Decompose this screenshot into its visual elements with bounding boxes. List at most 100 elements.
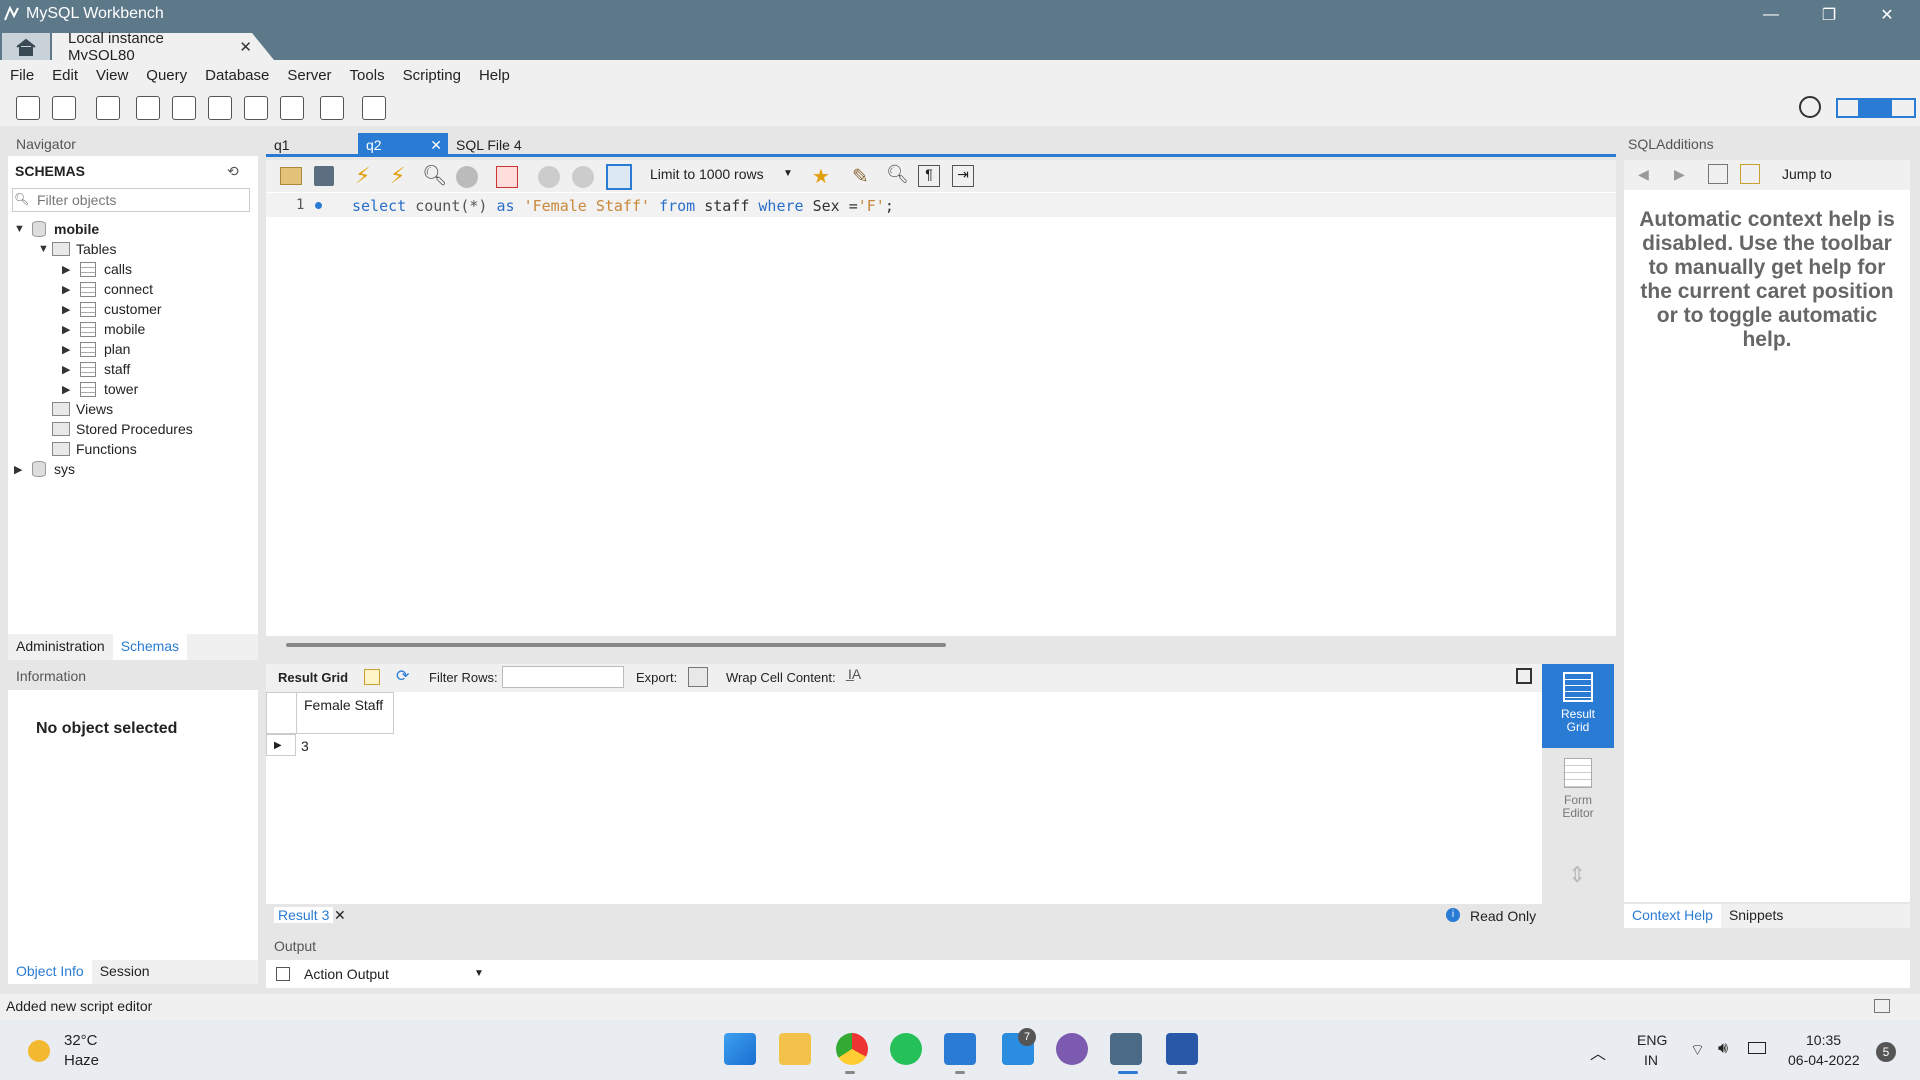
file-explorer-icon[interactable]: [779, 1033, 811, 1065]
collapsed-triangle-icon[interactable]: ▶: [62, 263, 76, 276]
tables-folder[interactable]: ▼ Tables: [38, 239, 116, 259]
chevron-up-icon[interactable]: ︿: [1590, 1040, 1606, 1064]
wrap-lines-icon[interactable]: ⇥: [952, 165, 974, 187]
horizontal-scrollbar[interactable]: [286, 643, 946, 647]
menu-scripting[interactable]: Scripting: [403, 67, 461, 84]
create-view-icon[interactable]: [208, 96, 232, 120]
stored-procedures-folder[interactable]: Stored Procedures: [52, 419, 193, 439]
jump-to-select[interactable]: Jump to: [1782, 166, 1832, 182]
menu-file[interactable]: File: [10, 67, 34, 84]
cell-value[interactable]: 3: [301, 738, 309, 754]
wifi-icon[interactable]: ⌔: [1690, 1040, 1705, 1060]
search-table-data-icon[interactable]: [320, 96, 344, 120]
chevron-down-icon[interactable]: ▼: [474, 968, 484, 979]
table-item[interactable]: ▶ plan: [62, 339, 130, 359]
chrome-icon[interactable]: [836, 1033, 868, 1065]
menu-edit[interactable]: Edit: [52, 67, 78, 84]
table-item[interactable]: ▶ staff: [62, 359, 130, 379]
toggle-output-icon[interactable]: [1860, 100, 1892, 116]
toggle-sidebar-icon[interactable]: [1838, 100, 1860, 116]
windows-start-icon[interactable]: [724, 1033, 756, 1065]
menu-view[interactable]: View: [96, 67, 128, 84]
temperature-label[interactable]: 32°C: [64, 1032, 98, 1049]
tab-schemas[interactable]: Schemas: [112, 634, 188, 660]
tab-object-info[interactable]: Object Info: [8, 960, 92, 984]
form-editor-button[interactable]: Form Editor: [1542, 758, 1614, 828]
sql-code-line[interactable]: select count(*) as 'Female Staff' from s…: [352, 197, 894, 215]
create-function-icon[interactable]: [280, 96, 304, 120]
result-grid-button[interactable]: Result Grid: [1542, 664, 1614, 748]
table-item[interactable]: ▶ connect: [62, 279, 153, 299]
refresh-icon[interactable]: ⟳: [396, 666, 409, 686]
word-icon[interactable]: [1166, 1033, 1198, 1065]
execute-icon[interactable]: ⚡: [355, 163, 370, 189]
menu-help[interactable]: Help: [479, 67, 510, 84]
add-snippet-icon[interactable]: ★: [812, 164, 830, 189]
collapsed-triangle-icon[interactable]: ▶: [62, 383, 76, 396]
tab-sql-file-4[interactable]: SQL File 4: [448, 133, 558, 157]
vscode-icon[interactable]: [944, 1033, 976, 1065]
chevron-down-icon[interactable]: ▼: [783, 168, 793, 179]
forward-icon[interactable]: ▶: [1674, 166, 1685, 183]
beautify-icon[interactable]: ✎: [852, 164, 869, 189]
sql-editor[interactable]: [266, 192, 1616, 636]
filter-objects-input[interactable]: Filter objects: [12, 188, 250, 212]
copy-icon[interactable]: [276, 967, 290, 981]
close-tab-icon[interactable]: ✕: [430, 137, 442, 154]
table-item[interactable]: ▶ customer: [62, 299, 162, 319]
region-label[interactable]: IN: [1644, 1052, 1658, 1068]
preferences-icon[interactable]: [1799, 96, 1821, 118]
close-result-icon[interactable]: ✕: [334, 907, 346, 924]
menu-tools[interactable]: Tools: [350, 67, 385, 84]
collapsed-triangle-icon[interactable]: ▶: [62, 323, 76, 336]
inspector-icon[interactable]: [96, 96, 120, 120]
notification-badge[interactable]: 5: [1876, 1042, 1896, 1062]
battery-icon[interactable]: [1748, 1042, 1766, 1054]
find-icon[interactable]: 🔍︎: [886, 164, 909, 185]
execute-statement-icon[interactable]: ⚡: [390, 163, 405, 189]
tab-session[interactable]: Session: [92, 960, 158, 984]
table-item[interactable]: ▶ mobile: [62, 319, 145, 339]
new-sql-tab-icon[interactable]: [16, 96, 40, 120]
schema-sys[interactable]: ▶ sys: [14, 459, 75, 479]
table-item[interactable]: ▶ tower: [62, 379, 138, 399]
save-icon[interactable]: [314, 166, 334, 186]
schema-mobile[interactable]: ▼ mobile: [14, 219, 99, 239]
autocommit-icon[interactable]: [606, 164, 632, 190]
filter-rows-input[interactable]: [502, 666, 624, 688]
collapsed-triangle-icon[interactable]: ▶: [62, 283, 76, 296]
minimize-button[interactable]: —: [1742, 0, 1800, 30]
create-procedure-icon[interactable]: [244, 96, 268, 120]
tab-administration[interactable]: Administration: [8, 634, 113, 660]
tab-q1[interactable]: q1: [266, 133, 356, 157]
weather-label[interactable]: Haze: [64, 1052, 99, 1069]
create-table-icon[interactable]: [172, 96, 196, 120]
clock-date[interactable]: 06-04-2022: [1788, 1052, 1860, 1068]
panel-layout-toggle[interactable]: [1836, 98, 1916, 118]
eclipse-icon[interactable]: [1056, 1033, 1088, 1065]
functions-folder[interactable]: Functions: [52, 439, 137, 459]
tab-snippets[interactable]: Snippets: [1721, 904, 1791, 928]
language-label[interactable]: ENG: [1637, 1032, 1667, 1048]
open-sql-script-icon[interactable]: [52, 96, 76, 120]
scroll-arrows-icon[interactable]: ⇕: [1568, 862, 1586, 888]
tab-q2[interactable]: q2 ✕: [358, 133, 448, 157]
collapsed-triangle-icon[interactable]: ▶: [62, 303, 76, 316]
collapsed-triangle-icon[interactable]: ▶: [14, 463, 28, 476]
volume-icon[interactable]: 🔊︎: [1718, 1040, 1728, 1058]
reconnect-icon[interactable]: [362, 96, 386, 120]
back-icon[interactable]: ◀: [1638, 166, 1649, 183]
invisible-chars-icon[interactable]: ¶: [918, 165, 940, 187]
menu-query[interactable]: Query: [146, 67, 187, 84]
whatsapp-icon[interactable]: [890, 1033, 922, 1065]
open-file-icon[interactable]: [280, 167, 302, 185]
refresh-schemas-icon[interactable]: ⟲: [227, 163, 239, 180]
rollback-icon[interactable]: [572, 166, 594, 188]
collapsed-triangle-icon[interactable]: ▶: [62, 343, 76, 356]
wrap-cell-icon[interactable]: I̲A: [848, 666, 861, 682]
grid-view-icon[interactable]: [364, 669, 380, 685]
views-folder[interactable]: Views: [52, 399, 113, 419]
create-schema-icon[interactable]: [136, 96, 160, 120]
home-tab[interactable]: [2, 33, 50, 60]
close-connection-tab-icon[interactable]: ✕: [239, 38, 252, 56]
